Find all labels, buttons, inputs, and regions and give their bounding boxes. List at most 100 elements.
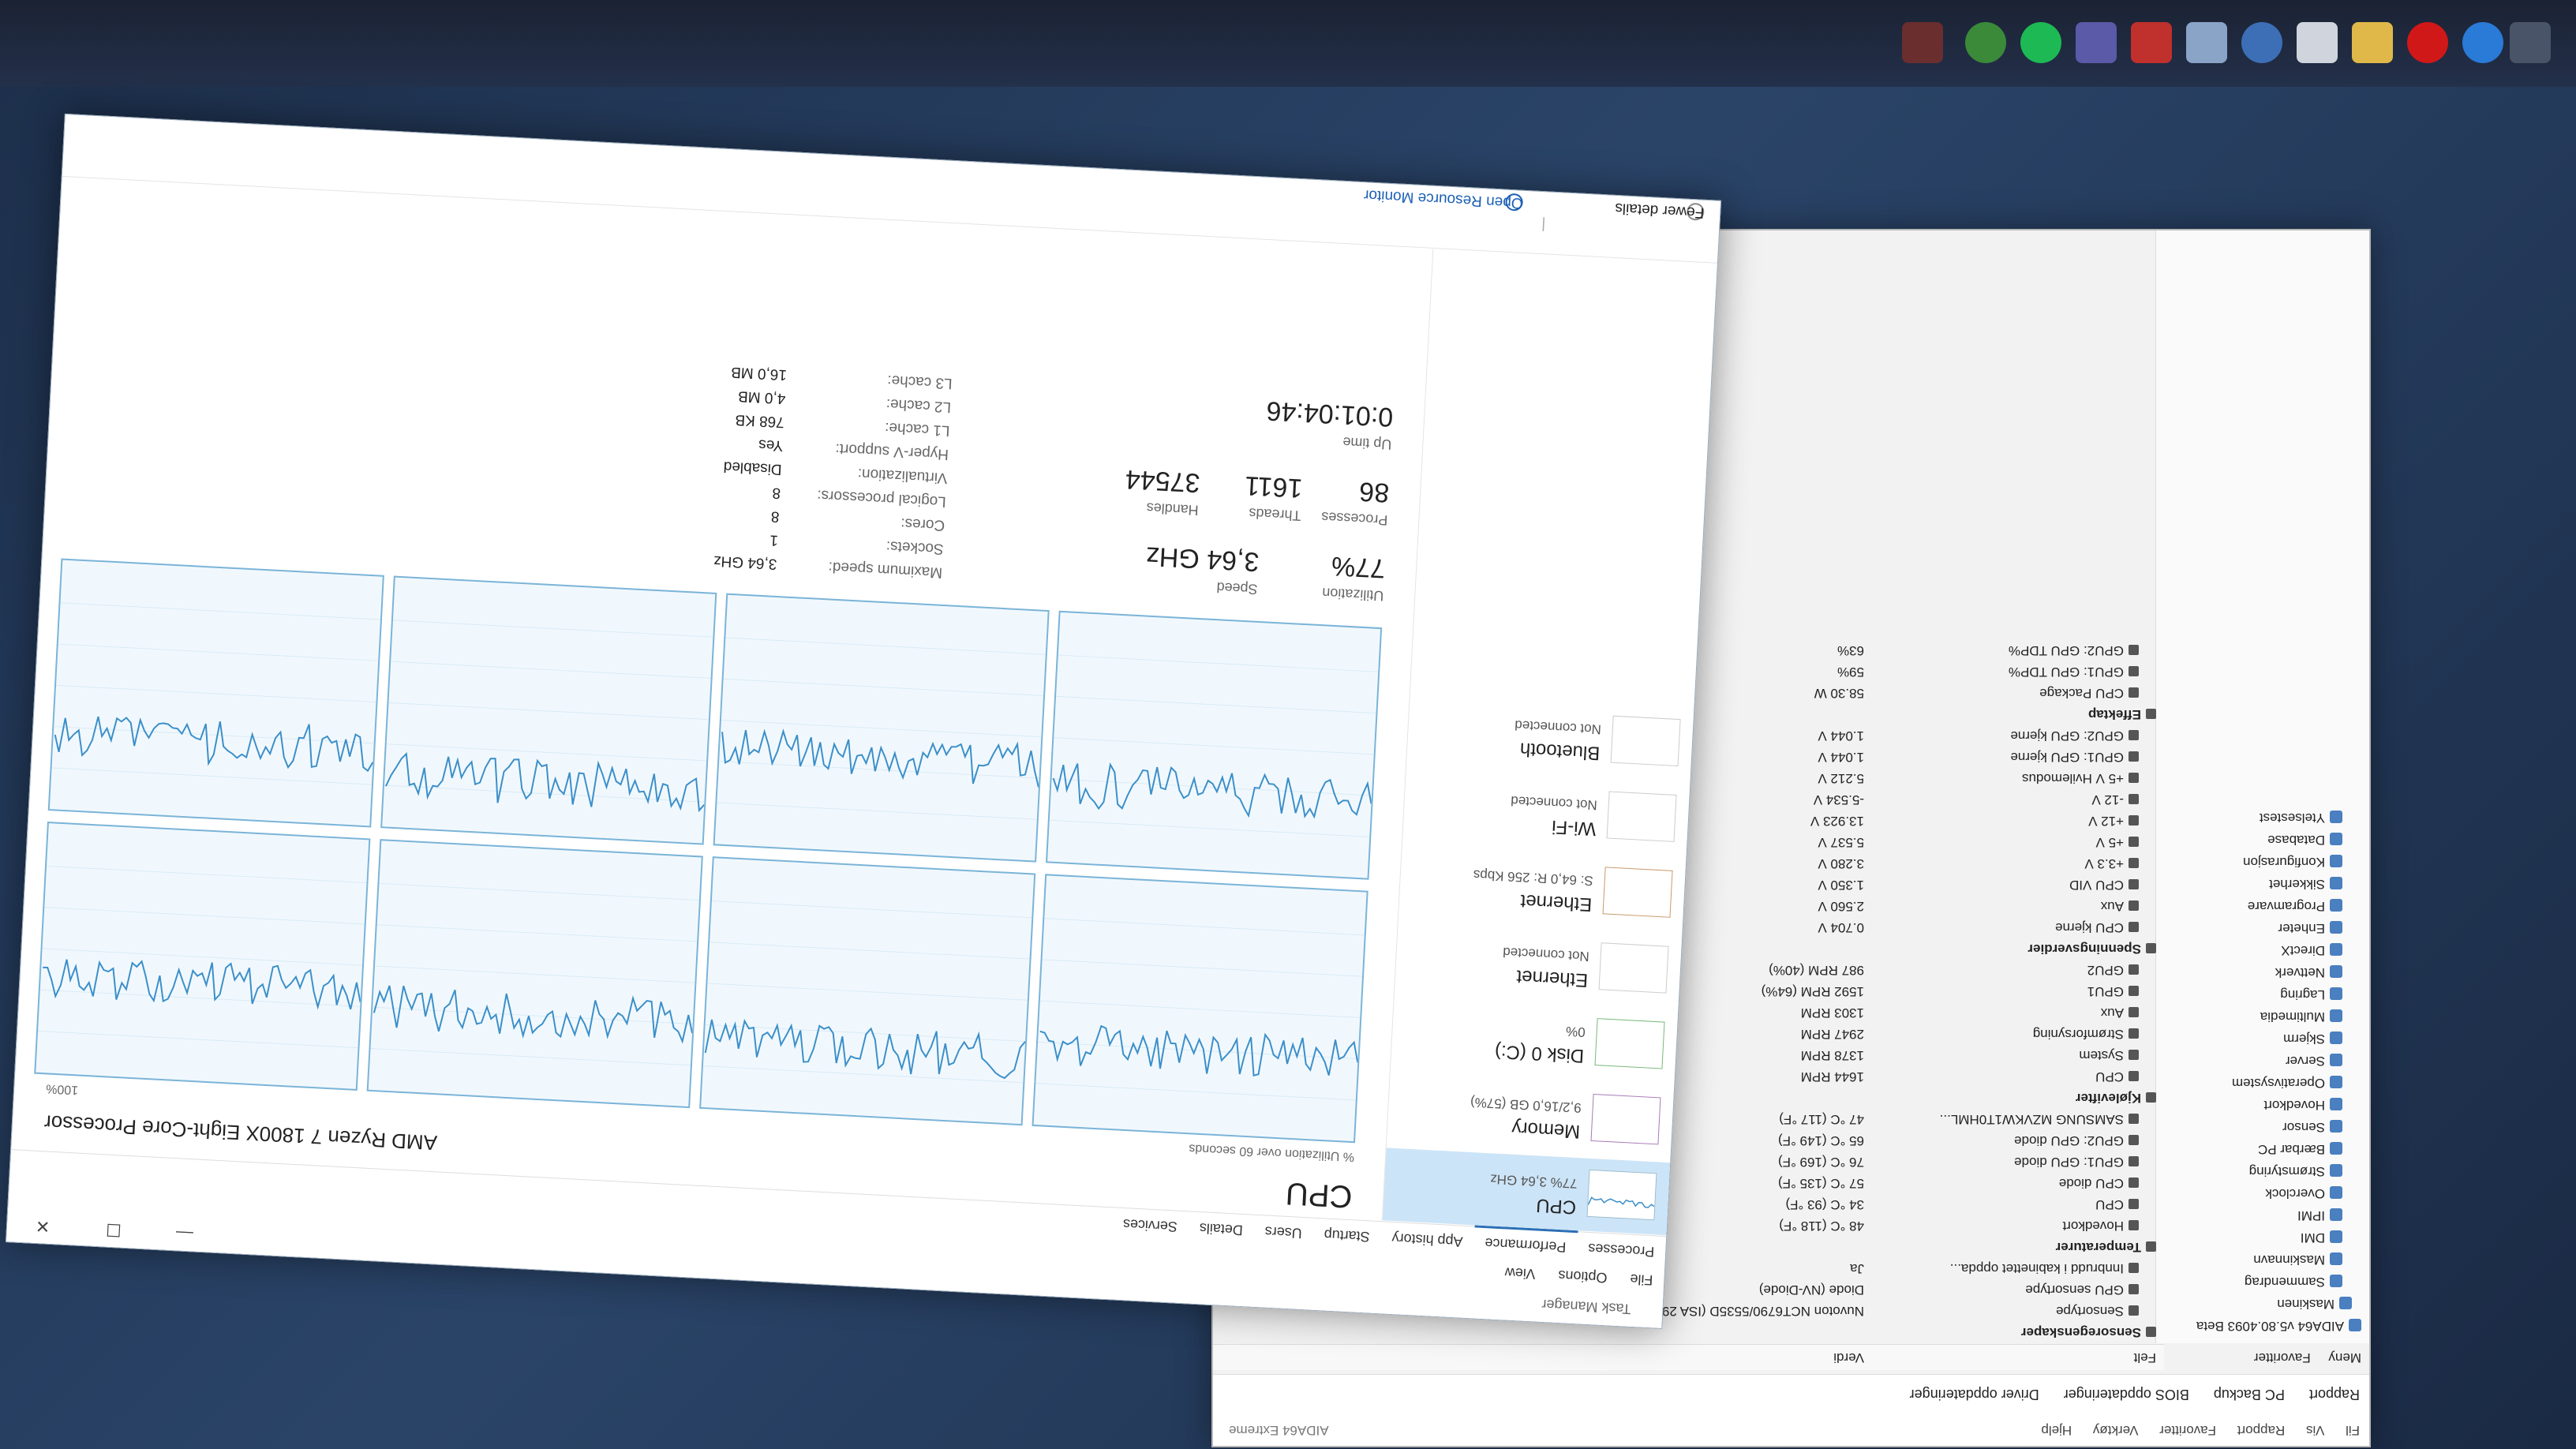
- app-icon[interactable]: [1902, 22, 1943, 63]
- paint-icon[interactable]: [2186, 22, 2227, 63]
- sidebar-item-wifi[interactable]: Wi-Fi Not connected: [1402, 769, 1690, 857]
- core-utilization-graph: [699, 856, 1036, 1126]
- sensor-value: 1378 RPM: [1800, 1048, 1864, 1063]
- tree-item[interactable]: Enheter: [2164, 917, 2361, 939]
- sensor-icon: [2129, 772, 2139, 783]
- close-button[interactable]: ✕: [6, 1207, 79, 1245]
- sensor-field: Spenningsverdier: [2027, 942, 2141, 957]
- sidebar-item-ethernet-2[interactable]: Ethernet S: 64,0 R: 256 Kbps: [1398, 845, 1686, 933]
- cpu-thumbnail: [1586, 1169, 1657, 1221]
- tree-item[interactable]: Lagring: [2164, 983, 2361, 1005]
- menu-file[interactable]: Fil: [2346, 1423, 2360, 1438]
- tree-item[interactable]: Server: [2164, 1050, 2361, 1072]
- spotify-icon[interactable]: [2020, 22, 2061, 63]
- edge-icon[interactable]: [2462, 22, 2503, 63]
- tree-item[interactable]: DMI: [2164, 1226, 2361, 1249]
- tree-item[interactable]: Maskinen: [2164, 1293, 2361, 1315]
- core-utilization-line: [704, 1018, 1026, 1080]
- menu-report[interactable]: Rapport: [2237, 1423, 2285, 1438]
- tree-item[interactable]: Sikkerhet: [2164, 873, 2361, 895]
- tree-item[interactable]: Bærbar PC: [2164, 1138, 2361, 1160]
- sensor-field-cell: GPU2: GPU TDP%: [2009, 640, 2139, 661]
- opera-icon[interactable]: [2407, 22, 2448, 63]
- tree-node-icon: [2339, 1297, 2352, 1310]
- tree-item[interactable]: IPMI: [2164, 1204, 2361, 1226]
- tree-tab-menu[interactable]: Meny: [2328, 1350, 2361, 1365]
- menu-tools[interactable]: Verktøy: [2093, 1423, 2139, 1438]
- tab-processes[interactable]: Processes: [1576, 1232, 1666, 1268]
- sidebar-item-ethernet[interactable]: Ethernet Not connected: [1395, 921, 1682, 1009]
- task-view-icon[interactable]: [2510, 22, 2551, 63]
- tree-item[interactable]: Multimedia: [2164, 1005, 2361, 1028]
- sensor-value: 1303 RPM: [1800, 1005, 1864, 1020]
- tab-startup[interactable]: Startup: [1312, 1219, 1382, 1253]
- menu-help[interactable]: Hjelp: [2041, 1423, 2072, 1438]
- utilization-value: 77%: [1331, 550, 1387, 584]
- menu-favorites[interactable]: Favoritter: [2159, 1423, 2216, 1438]
- browser-icon[interactable]: [2241, 22, 2282, 63]
- report-button[interactable]: Rapport: [2309, 1387, 2360, 1402]
- tree-item[interactable]: Maskinnavn: [2164, 1249, 2361, 1271]
- sensor-value: 987 RPM (40%): [1769, 963, 1864, 978]
- tree-item[interactable]: Overclock: [2164, 1182, 2361, 1204]
- sensor-value: 0.704 V: [1818, 920, 1864, 935]
- sidebar-item-label: Wi-Fi: [1551, 815, 1597, 840]
- sidebar-item-disk[interactable]: Disk 0 (C:) 0%: [1391, 997, 1678, 1084]
- folder-icon[interactable]: [2352, 22, 2393, 63]
- column-field[interactable]: Felt: [2134, 1345, 2156, 1370]
- tree-item[interactable]: AIDA64 v5.80.4093 Beta: [2164, 1315, 2361, 1337]
- app-title: AIDA64 Extreme: [1229, 1423, 1329, 1438]
- sensor-group-row[interactable]: Sensoregenskaper: [1221, 1322, 2156, 1343]
- menu-file[interactable]: File: [1630, 1271, 1653, 1288]
- sensor-icon: [2146, 942, 2156, 953]
- tree-item[interactable]: Konfigurasjon: [2164, 851, 2361, 873]
- core-utilization-graph: [1032, 874, 1368, 1144]
- driver-update-button[interactable]: Driver oppdateringer: [1910, 1387, 2039, 1402]
- menu-view[interactable]: View: [1504, 1264, 1536, 1282]
- tree-tab-favorites[interactable]: Favoritter: [2254, 1350, 2311, 1365]
- column-value[interactable]: Verdi: [1833, 1345, 1864, 1370]
- bios-update-button[interactable]: BIOS oppdateringer: [2064, 1387, 2189, 1402]
- aida64-icon[interactable]: [2131, 22, 2172, 63]
- tab-performance[interactable]: Performance: [1473, 1225, 1578, 1263]
- tab-users[interactable]: Users: [1253, 1215, 1314, 1250]
- sidebar-item-cpu[interactable]: CPU 77% 3,64 GHz: [1382, 1148, 1671, 1236]
- tree-item[interactable]: Skjerm: [2164, 1028, 2361, 1050]
- column-headers: Felt Verdi: [1213, 1344, 2164, 1370]
- xbox-icon[interactable]: [1965, 22, 2006, 63]
- sensor-icon: [2129, 1305, 2139, 1316]
- app-icon[interactable]: [2076, 22, 2117, 63]
- menu-options[interactable]: Options: [1558, 1267, 1608, 1286]
- tree-item[interactable]: Operativsystem: [2164, 1072, 2361, 1094]
- maximize-button[interactable]: ☐: [77, 1211, 150, 1249]
- menu-view[interactable]: Vis: [2306, 1423, 2324, 1438]
- sidebar-item-status: Not connected: [1510, 793, 1598, 813]
- tree-item[interactable]: Ytelsestest: [2164, 807, 2361, 829]
- sensor-icon: [2129, 1283, 2139, 1294]
- minimize-button[interactable]: —: [148, 1214, 221, 1252]
- tree-item[interactable]: Programvare: [2164, 895, 2361, 917]
- sensor-icon: [2146, 1241, 2156, 1252]
- sidebar-item-memory[interactable]: Memory 9,2/16,0 GB (57%): [1387, 1073, 1674, 1160]
- core-utilization-line: [721, 728, 1039, 788]
- sensor-value: 76 °C (169 °F): [1777, 1155, 1864, 1170]
- tree-item[interactable]: DirectX: [2164, 939, 2361, 961]
- tab-services[interactable]: Services: [1111, 1208, 1189, 1243]
- sidebar-item-bluetooth[interactable]: Bluetooth Not connected: [1406, 694, 1694, 781]
- tab-app-history[interactable]: App history: [1380, 1222, 1475, 1258]
- tree-item[interactable]: Database: [2164, 829, 2361, 851]
- tree-item[interactable]: Strømstyring: [2164, 1160, 2361, 1182]
- spec-label: Virtualization:: [857, 465, 948, 487]
- tree-item[interactable]: Sensor: [2164, 1116, 2361, 1138]
- sensor-value: 1644 RPM: [1800, 1069, 1864, 1084]
- tree-item[interactable]: Nettverk: [2164, 961, 2361, 983]
- spec-value: Yes: [758, 436, 784, 455]
- tab-details[interactable]: Details: [1188, 1211, 1255, 1246]
- pc-backup-button[interactable]: PC Backup: [2214, 1387, 2285, 1402]
- store-icon[interactable]: [2297, 22, 2338, 63]
- graph-max-label: 100%: [45, 1081, 79, 1097]
- tree-item[interactable]: Sammendrag: [2164, 1271, 2361, 1293]
- spec-label: L2 cache:: [886, 395, 952, 416]
- sensor-field-cell: GPU2: GPU diode: [2014, 1130, 2139, 1151]
- tree-item[interactable]: Hovedkort: [2164, 1094, 2361, 1116]
